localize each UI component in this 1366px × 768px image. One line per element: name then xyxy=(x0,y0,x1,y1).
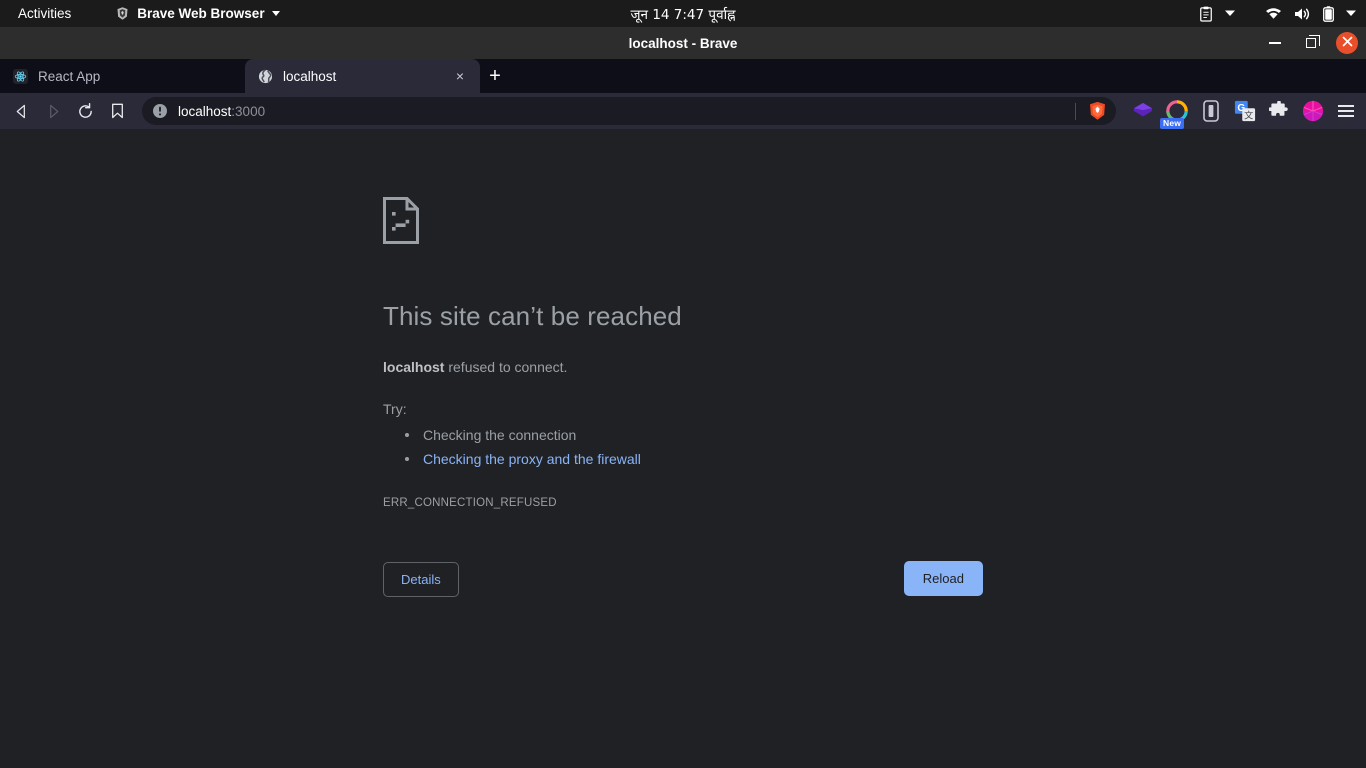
brave-playlist-icon[interactable] xyxy=(1198,98,1224,124)
tab-label: React App xyxy=(38,69,233,84)
suggestion-list: Checking the connection Checking the pro… xyxy=(383,423,1366,471)
minimize-button[interactable] xyxy=(1264,32,1286,54)
minimize-icon xyxy=(1269,42,1281,44)
address-bar-text[interactable]: localhost:3000 xyxy=(178,104,1075,119)
system-status-area[interactable] xyxy=(1199,6,1356,22)
list-item: Checking the connection xyxy=(405,423,1366,447)
battery-icon[interactable] xyxy=(1323,6,1334,22)
reload-button[interactable] xyxy=(70,96,100,126)
address-bar[interactable]: localhost:3000 xyxy=(142,97,1116,125)
window-titlebar: localhost - Brave xyxy=(0,27,1366,59)
maximize-button[interactable] xyxy=(1300,32,1322,54)
react-logo-icon xyxy=(12,68,28,84)
brave-shield-icon xyxy=(1088,101,1107,121)
details-button[interactable]: Details xyxy=(383,562,459,597)
try-label: Try: xyxy=(383,401,1366,417)
tab-localhost[interactable]: localhost × xyxy=(245,59,480,93)
menu-line-icon xyxy=(1338,115,1354,117)
chevron-down-icon xyxy=(272,11,280,16)
extensions-puzzle-icon[interactable] xyxy=(1266,98,1292,124)
error-page: This site can’t be reached localhost ref… xyxy=(0,129,1366,766)
error-code: ERR_CONNECTION_REFUSED xyxy=(383,497,1366,509)
url-divider xyxy=(1075,103,1076,120)
clipboard-icon[interactable] xyxy=(1199,6,1213,22)
forward-button[interactable] xyxy=(38,96,68,126)
app-menu-label: Brave Web Browser xyxy=(137,6,264,21)
error-host: localhost xyxy=(383,359,444,375)
svg-text:文: 文 xyxy=(1244,109,1253,121)
reload-page-button[interactable]: Reload xyxy=(904,561,983,596)
close-icon xyxy=(1342,34,1353,52)
system-clock[interactable]: जून 14 7:47 पूर्वाह्न xyxy=(631,5,736,23)
reload-icon xyxy=(77,103,94,120)
close-button[interactable] xyxy=(1336,32,1358,54)
window-title: localhost - Brave xyxy=(629,36,738,51)
brave-shields-button[interactable] xyxy=(1082,97,1112,125)
app-menu-button[interactable]: Brave Web Browser xyxy=(115,6,279,21)
brave-leo-icon[interactable] xyxy=(1130,98,1156,124)
volume-icon[interactable] xyxy=(1294,7,1311,21)
system-top-bar: Activities Brave Web Browser जून 14 7:47… xyxy=(0,0,1366,27)
activities-button[interactable]: Activities xyxy=(12,4,77,23)
tab-close-icon[interactable]: × xyxy=(452,68,468,84)
not-secure-info-icon[interactable] xyxy=(152,103,168,119)
globe-icon xyxy=(257,68,273,84)
tab-strip: React App localhost × + xyxy=(0,59,1366,93)
chevron-down-icon[interactable] xyxy=(1346,10,1356,17)
brave-lion-icon xyxy=(115,6,130,21)
url-host: localhost xyxy=(178,104,231,119)
menu-line-icon xyxy=(1338,105,1354,107)
chevron-down-icon[interactable] xyxy=(1225,10,1235,17)
toolbar-extensions: New G文 xyxy=(1130,98,1358,124)
new-tab-button[interactable]: + xyxy=(480,59,510,93)
new-badge: New xyxy=(1160,118,1184,129)
error-subtitle: localhost refused to connect. xyxy=(383,359,1366,375)
error-actions: Details Reload xyxy=(383,562,983,597)
menu-line-icon xyxy=(1338,110,1354,112)
url-port: :3000 xyxy=(231,104,265,119)
page-title: This site can’t be reached xyxy=(383,301,1366,332)
tab-label: localhost xyxy=(283,69,442,84)
window-controls xyxy=(1264,32,1358,54)
brave-rewards-icon[interactable] xyxy=(1300,98,1326,124)
tab-react-app[interactable]: React App xyxy=(0,59,245,93)
browser-toolbar: localhost:3000 New G文 xyxy=(0,93,1366,129)
browser-menu-button[interactable] xyxy=(1334,98,1358,124)
wifi-icon[interactable] xyxy=(1265,7,1282,20)
google-translate-icon[interactable]: G文 xyxy=(1232,98,1258,124)
bookmark-icon xyxy=(110,103,125,119)
brave-vpn-icon[interactable]: New xyxy=(1164,98,1190,124)
forward-arrow-icon xyxy=(46,104,61,119)
back-button[interactable] xyxy=(6,96,36,126)
maximize-icon xyxy=(1306,38,1316,48)
list-item-link-proxy-firewall[interactable]: Checking the proxy and the firewall xyxy=(405,447,1366,471)
sad-page-icon xyxy=(383,197,1366,249)
bookmark-button[interactable] xyxy=(102,96,132,126)
error-subtitle-rest: refused to connect. xyxy=(444,359,567,375)
back-arrow-icon xyxy=(14,104,29,119)
